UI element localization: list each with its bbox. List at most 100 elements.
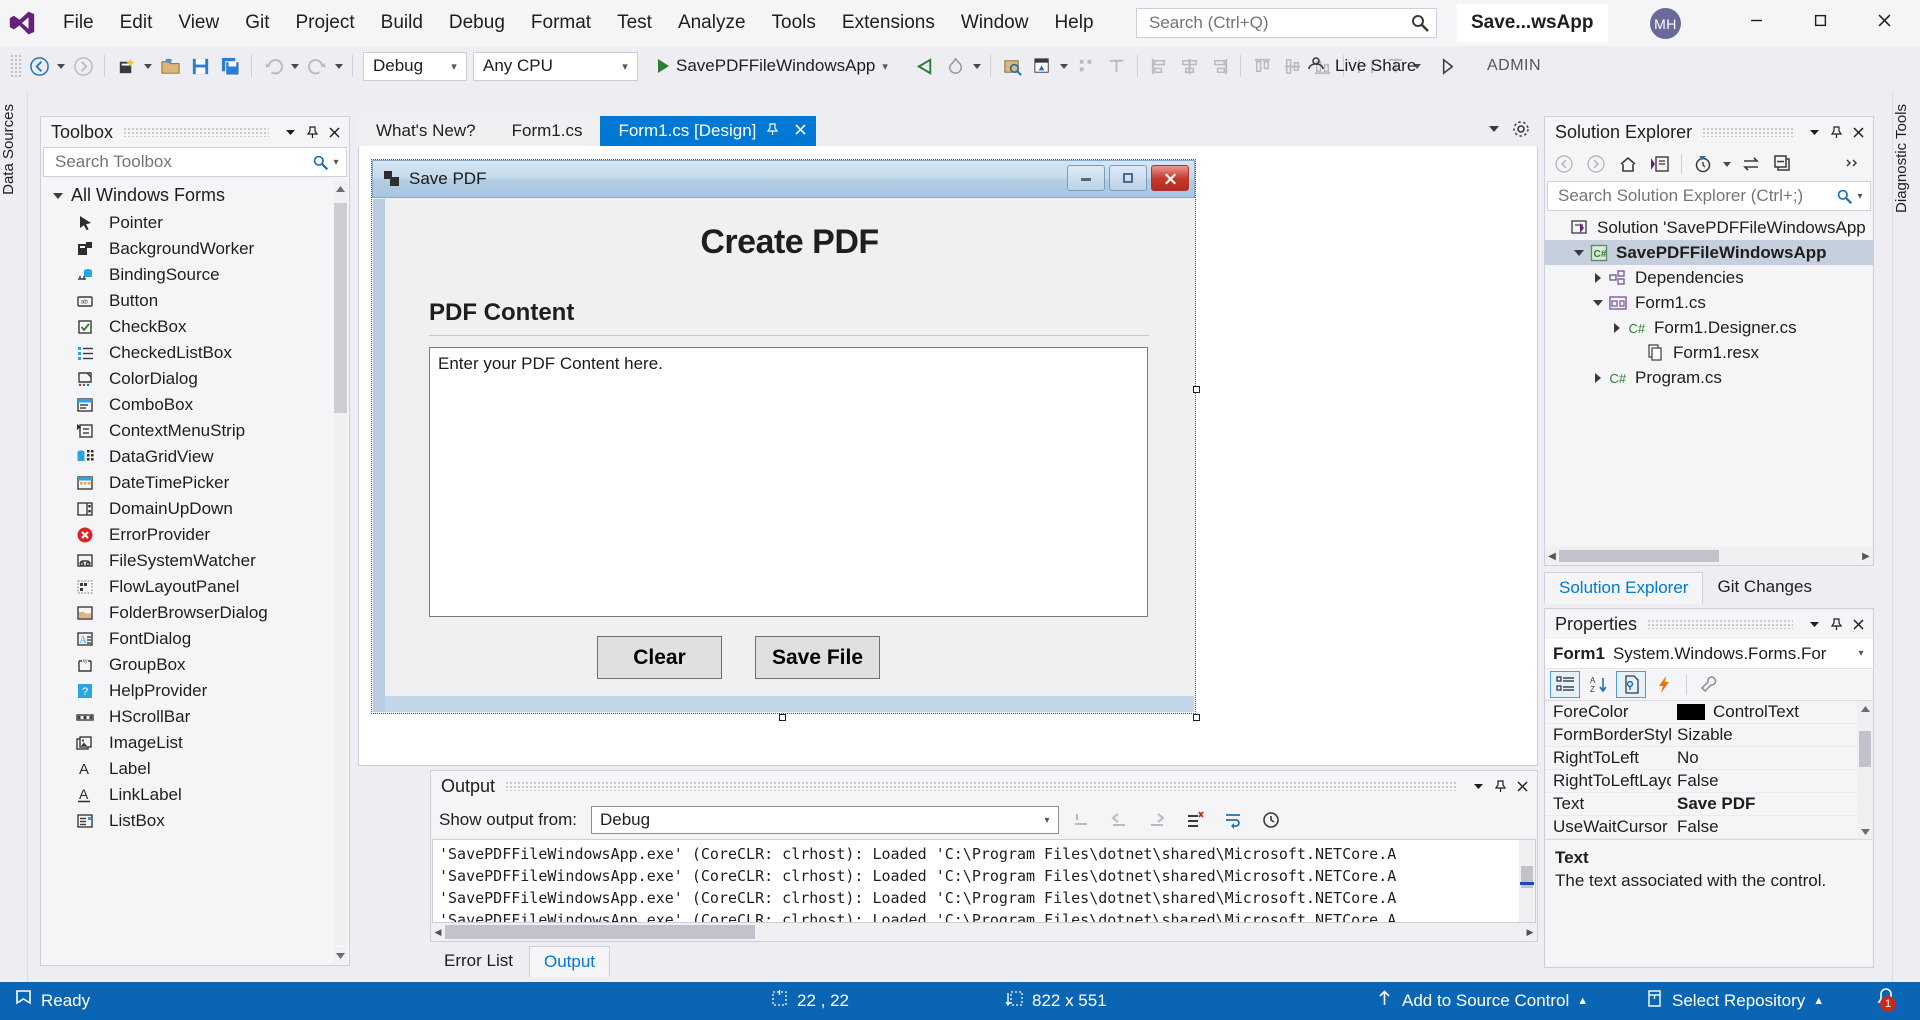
toolbar-overflow-icon[interactable] [1839,150,1869,178]
property-row[interactable]: RightToLeftLayo False [1545,770,1873,793]
align-centers-icon[interactable] [1174,51,1204,81]
properties-grid[interactable]: ForeColor ControlText FormBorderStyle Sizab… [1545,701,1873,839]
toolbox-item-filesystemwatcher[interactable]: FileSystemWatcher [41,548,349,574]
toolbox-item-label[interactable]: A Label [41,756,349,782]
properties-close-icon[interactable] [1847,613,1869,635]
windows-forms-designer-surface[interactable]: Save PDF Create PDF PDF Content Enter yo… [358,146,1538,766]
menu-item-project[interactable]: Project [283,8,368,39]
toolbox-item-listbox[interactable]: ListBox [41,808,349,834]
property-row[interactable]: UseWaitCursor False [1545,816,1873,839]
solution-explorer-search-input[interactable] [1556,185,1834,207]
toolbox-item-fontdialog[interactable]: A FontDialog [41,626,349,652]
property-pages-icon[interactable] [1694,671,1724,698]
output-hscroll-thumb[interactable] [445,925,755,939]
toolbox-menu-icon[interactable] [279,121,301,143]
toolbox-item-datetimepicker[interactable]: DateTimePicker [41,470,349,496]
solution-tree-node[interactable]: C# Program.cs [1545,365,1873,390]
categorized-view-icon[interactable] [1550,671,1580,698]
maximize-button[interactable] [1792,0,1848,40]
open-file-icon[interactable] [155,51,185,81]
menu-item-tools[interactable]: Tools [759,8,829,39]
toolbox-item-datagridview[interactable]: DataGridView [41,444,349,470]
menu-item-help[interactable]: Help [1041,8,1106,39]
output-pin-icon[interactable] [1489,775,1511,797]
toolbar-grip[interactable] [10,54,22,78]
property-row[interactable]: ForeColor ControlText [1545,701,1873,724]
solution-explorer-close-icon[interactable] [1847,121,1869,143]
menu-item-debug[interactable]: Debug [436,8,518,39]
menu-item-build[interactable]: Build [368,8,436,39]
output-close-icon[interactable] [1511,775,1533,797]
toolbox-scroll-up-icon[interactable] [334,181,347,197]
toolbox-close-icon[interactable] [323,121,345,143]
save-icon[interactable] [185,51,215,81]
close-button[interactable] [1856,0,1912,40]
bottom-tab-error-list[interactable]: Error List [430,946,527,976]
toolbox-search-input[interactable] [53,151,310,173]
menu-item-format[interactable]: Format [518,8,604,39]
solution-name-chip[interactable]: Save...wsApp [1457,4,1608,42]
resize-grip-bottom[interactable] [779,714,786,721]
add-to-source-control-button[interactable]: Add to Source Control ▲ [1375,989,1588,1013]
scroll-left-icon[interactable]: ◀ [1545,547,1559,565]
output-vertical-scrollbar[interactable] [1519,840,1535,922]
solution-tree[interactable]: Solution 'SavePDFFileWindowsApp C# SavePDF… [1545,211,1873,547]
solution-explorer-search[interactable]: ▾ [1547,181,1871,211]
toolbox-search[interactable]: ▾ [43,147,347,177]
toolbox-item-contextmenustrip[interactable]: ContextMenuStrip [41,418,349,444]
form-maximize-button[interactable] [1109,165,1147,191]
output-show-timestamps-icon[interactable] [1255,805,1287,835]
align-tops-icon[interactable] [1247,51,1277,81]
chevron-down-icon[interactable]: ▾ [1854,191,1866,202]
toolbox-item-imagelist[interactable]: ImageList [41,730,349,756]
tool-window-tab-solution-explorer[interactable]: Solution Explorer [1544,572,1704,604]
properties-drag-handle[interactable] [1647,619,1793,629]
notifications-button[interactable]: 1 [1874,986,1904,1016]
solution-hscroll-thumb[interactable] [1559,550,1719,562]
toolbox-scroll-down-icon[interactable] [334,947,347,963]
property-value[interactable]: Sizable [1671,725,1873,745]
align-rights-icon[interactable] [1204,51,1234,81]
align-lefts-icon[interactable] [1144,51,1174,81]
scroll-right-icon[interactable]: ▶ [1859,547,1873,565]
align-middles-icon[interactable] [1277,51,1307,81]
properties-object-selector[interactable]: Form1 System.Windows.Forms.For ▾ [1545,639,1873,669]
toolbox-item-domainupdown[interactable]: DomainUpDown [41,496,349,522]
events-view-icon[interactable] [1649,671,1679,698]
scroll-left-icon[interactable]: ◀ [431,927,445,938]
output-text-area[interactable]: 'SavePDFFileWindowsApp.exe' (CoreCLR: cl… [432,839,1536,923]
output-source-combo[interactable]: Debug ▾ [590,806,1059,834]
toolbox-item-linklabel[interactable]: A LinkLabel [41,782,349,808]
toolbox-item-checkedlistbox[interactable]: CheckedListBox [41,340,349,366]
toolbox-item-errorprovider[interactable]: ErrorProvider [41,522,349,548]
alphabetical-view-icon[interactable]: AZ [1583,671,1613,698]
navigate-forward-icon[interactable] [68,51,98,81]
properties-scroll-down-icon[interactable] [1857,823,1873,839]
output-next-icon[interactable] [1141,805,1173,835]
global-search[interactable] [1136,8,1437,38]
solution-view-icon[interactable] [1645,150,1675,178]
properties-view-icon[interactable] [1616,671,1646,698]
forward-icon[interactable] [1581,150,1611,178]
property-value[interactable]: No [1671,748,1873,768]
property-value[interactable]: False [1671,817,1873,837]
toolbox-item-button[interactable]: ab Button [41,288,349,314]
solution-tree-node[interactable]: C# SavePDFFileWindowsApp [1545,240,1873,265]
properties-menu-icon[interactable] [1803,613,1825,635]
hot-reload-icon[interactable] [940,51,970,81]
search-input[interactable] [1147,12,1410,34]
document-tab-form1-cs-design[interactable]: Form1.cs [Design] [600,116,817,146]
output-drag-handle[interactable] [505,781,1457,791]
menu-item-extensions[interactable]: Extensions [829,8,948,39]
output-clear-all-icon[interactable] [1179,805,1211,835]
collapse-all-icon[interactable] [1768,150,1798,178]
toolbox-item-combobox[interactable]: ComboBox [41,392,349,418]
start-debugging-button[interactable]: SavePDFFileWindowsApp ▾ [652,56,902,76]
select-repository-button[interactable]: Select Repository ▲ [1645,989,1824,1013]
new-project-icon[interactable] [111,51,141,81]
tool-window-tab-git-changes[interactable]: Git Changes [1703,572,1826,604]
new-project-dropdown[interactable] [141,51,155,81]
toolbox-group-all-windows-forms[interactable]: All Windows Forms [41,181,349,210]
form-close-button[interactable] [1151,165,1189,191]
sync-with-active-document-icon[interactable] [1736,150,1766,178]
